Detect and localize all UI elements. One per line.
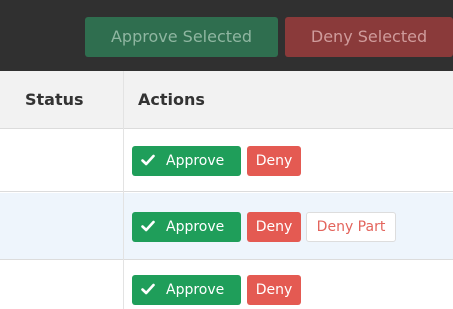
table-row: Approve Deny [0,261,453,309]
approval-page: Approve Selected Deny Selected Status Ac… [0,0,453,309]
table-row: Approve Deny [0,130,453,192]
check-icon [141,154,155,165]
approve-label: Approve [166,219,225,235]
approve-button[interactable]: Approve [132,275,241,305]
approve-button[interactable]: Approve [132,212,241,242]
approve-button[interactable]: Approve [132,146,241,176]
column-header-actions: Actions [138,90,205,109]
deny-button[interactable]: Deny [247,212,301,242]
column-header-status: Status [25,90,84,109]
deny-button[interactable]: Deny [247,275,301,305]
check-icon [141,220,155,231]
approve-selected-button[interactable]: Approve Selected [85,17,278,57]
approve-label: Approve [166,153,225,169]
table-row: Approve Deny Deny Part [0,193,453,260]
deny-part-button[interactable]: Deny Part [306,212,396,242]
bulk-actions-toolbar: Approve Selected Deny Selected [0,0,453,71]
requests-table: Status Actions Approve Deny Approve Deny… [0,71,453,309]
column-divider [123,71,124,309]
check-icon [141,283,155,294]
deny-selected-button[interactable]: Deny Selected [285,17,453,57]
deny-button[interactable]: Deny [247,146,301,176]
table-header: Status Actions [0,71,453,129]
approve-label: Approve [166,282,225,298]
